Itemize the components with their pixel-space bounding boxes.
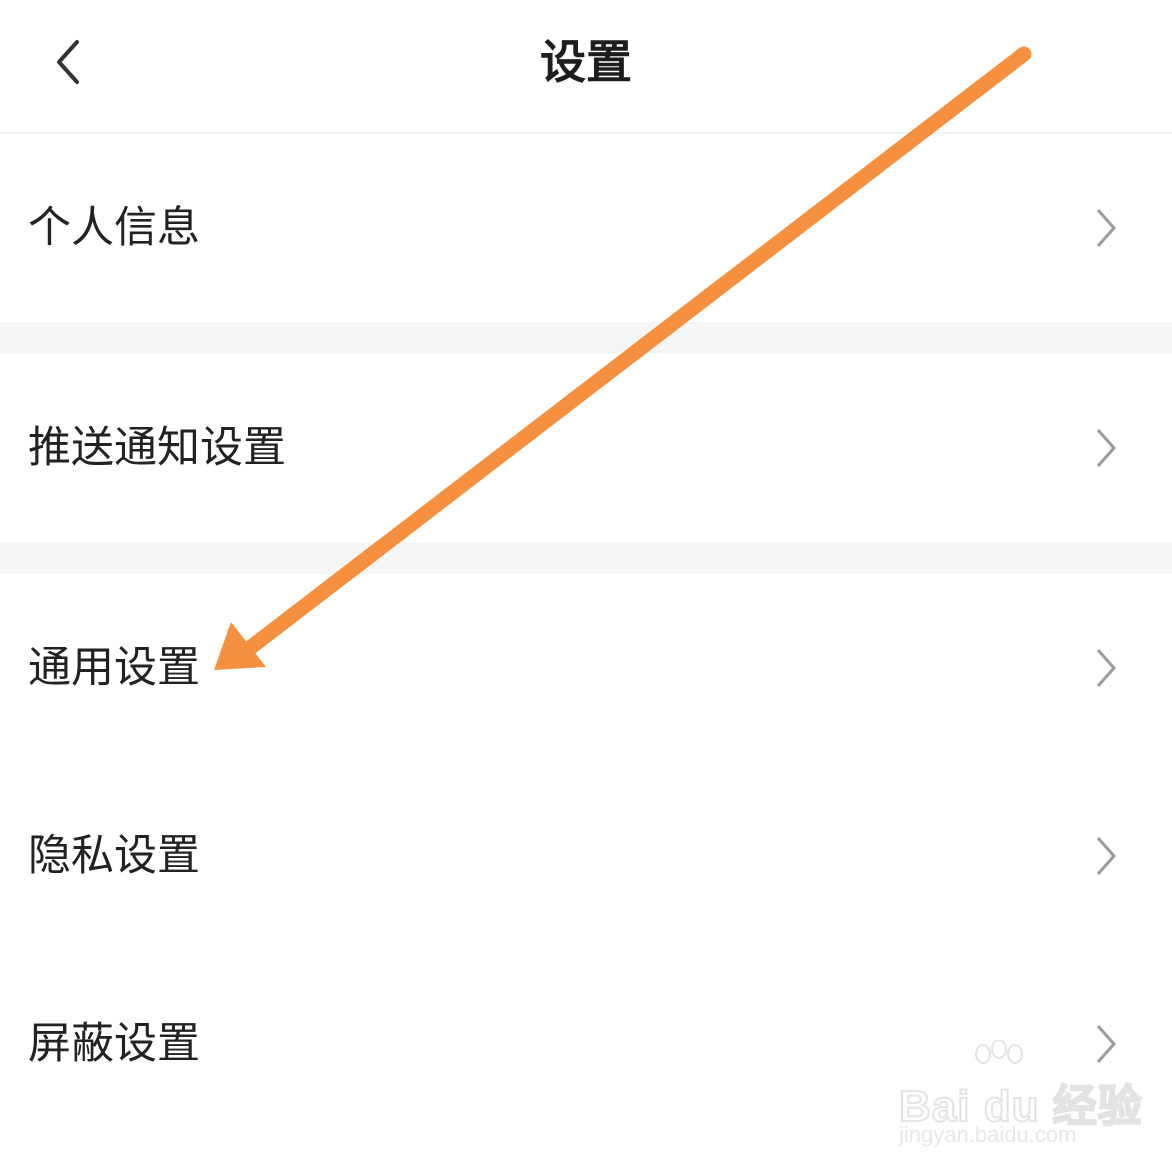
page-title: 设置 — [540, 35, 632, 89]
settings-item-label: 隐私设置 — [28, 831, 200, 881]
settings-item-personal-info[interactable]: 个人信息 — [0, 134, 1172, 322]
section-divider — [0, 322, 1172, 354]
chevron-right-icon — [1096, 429, 1117, 467]
chevron-right-icon — [1096, 1025, 1117, 1063]
settings-item-push-notifications[interactable]: 推送通知设置 — [0, 354, 1172, 542]
chevron-right-icon — [1096, 209, 1117, 247]
settings-item-general[interactable]: 通用设置 — [0, 574, 1172, 762]
section-divider — [0, 542, 1172, 574]
chevron-right-icon — [1096, 837, 1117, 875]
settings-item-privacy[interactable]: 隐私设置 — [0, 762, 1172, 950]
settings-item-label: 个人信息 — [28, 203, 200, 253]
settings-item-block[interactable]: 屏蔽设置 — [0, 950, 1172, 1138]
chevron-right-icon — [1096, 649, 1117, 687]
settings-item-label: 通用设置 — [28, 643, 200, 693]
settings-item-label: 推送通知设置 — [28, 423, 286, 473]
settings-item-label: 屏蔽设置 — [28, 1019, 200, 1069]
top-bar: 设置 — [0, 0, 1172, 134]
